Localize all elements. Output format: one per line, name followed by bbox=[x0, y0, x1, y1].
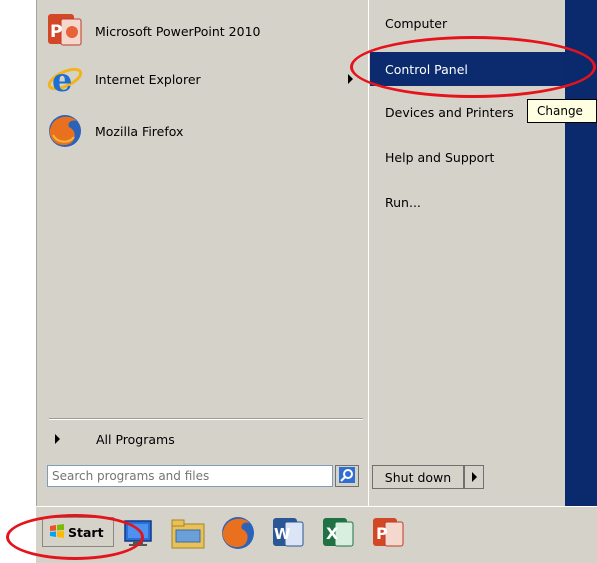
search-input[interactable] bbox=[47, 465, 333, 487]
file-explorer-icon[interactable] bbox=[168, 513, 208, 553]
place-label: Help and Support bbox=[385, 149, 495, 165]
powerpoint-icon[interactable]: P bbox=[368, 513, 408, 553]
place-label: Control Panel bbox=[385, 61, 468, 77]
show-desktop-icon[interactable] bbox=[118, 513, 158, 553]
svg-text:W: W bbox=[274, 525, 291, 543]
program-label: Internet Explorer bbox=[95, 71, 201, 87]
place-run[interactable]: Run... bbox=[370, 185, 566, 219]
start-label: Start bbox=[68, 524, 104, 540]
start-button[interactable]: Start bbox=[42, 517, 114, 547]
firefox-icon[interactable] bbox=[218, 513, 258, 553]
place-control-panel[interactable]: Control Panel bbox=[370, 52, 566, 86]
program-internet-explorer[interactable]: e Internet Explorer bbox=[45, 57, 361, 101]
program-firefox[interactable]: Mozilla Firefox bbox=[45, 109, 361, 153]
windows-logo-icon bbox=[49, 523, 65, 541]
program-label: Mozilla Firefox bbox=[95, 123, 184, 139]
shutdown-label: Shut down bbox=[384, 469, 452, 485]
places-pane: Computer Control Panel Devices and Print… bbox=[370, 0, 566, 506]
start-menu: P Microsoft PowerPoint 2010 e Internet E… bbox=[36, 0, 567, 506]
all-programs-item[interactable]: All Programs bbox=[45, 427, 361, 451]
taskbar: Start W X P bbox=[36, 506, 597, 563]
shutdown-button[interactable]: Shut down bbox=[372, 465, 464, 489]
program-powerpoint[interactable]: P Microsoft PowerPoint 2010 bbox=[45, 9, 361, 53]
internet-explorer-icon: e bbox=[45, 59, 85, 99]
submenu-arrow-icon bbox=[348, 74, 353, 84]
svg-text:e: e bbox=[52, 61, 72, 97]
powerpoint-icon: P bbox=[45, 11, 85, 51]
word-icon[interactable]: W bbox=[268, 513, 308, 553]
place-computer[interactable]: Computer bbox=[370, 6, 566, 40]
desktop-edge bbox=[565, 0, 597, 506]
arrow-right-icon bbox=[471, 472, 477, 482]
separator bbox=[49, 418, 363, 420]
firefox-icon bbox=[45, 111, 85, 151]
shutdown-options-button[interactable] bbox=[464, 465, 484, 489]
svg-text:X: X bbox=[326, 524, 339, 543]
arrow-right-icon bbox=[55, 434, 60, 444]
programs-pane: P Microsoft PowerPoint 2010 e Internet E… bbox=[37, 0, 369, 506]
search-icon bbox=[339, 466, 355, 486]
place-label: Devices and Printers bbox=[385, 104, 514, 120]
excel-icon[interactable]: X bbox=[318, 513, 358, 553]
tooltip: Change bbox=[527, 99, 597, 123]
place-help-and-support[interactable]: Help and Support bbox=[370, 140, 566, 174]
search-button[interactable] bbox=[335, 465, 359, 487]
svg-text:P: P bbox=[50, 22, 62, 42]
program-label: Microsoft PowerPoint 2010 bbox=[95, 23, 261, 39]
place-label: Run... bbox=[385, 194, 421, 210]
place-label: Computer bbox=[385, 15, 448, 31]
svg-text:P: P bbox=[376, 524, 388, 543]
all-programs-label: All Programs bbox=[96, 431, 175, 447]
